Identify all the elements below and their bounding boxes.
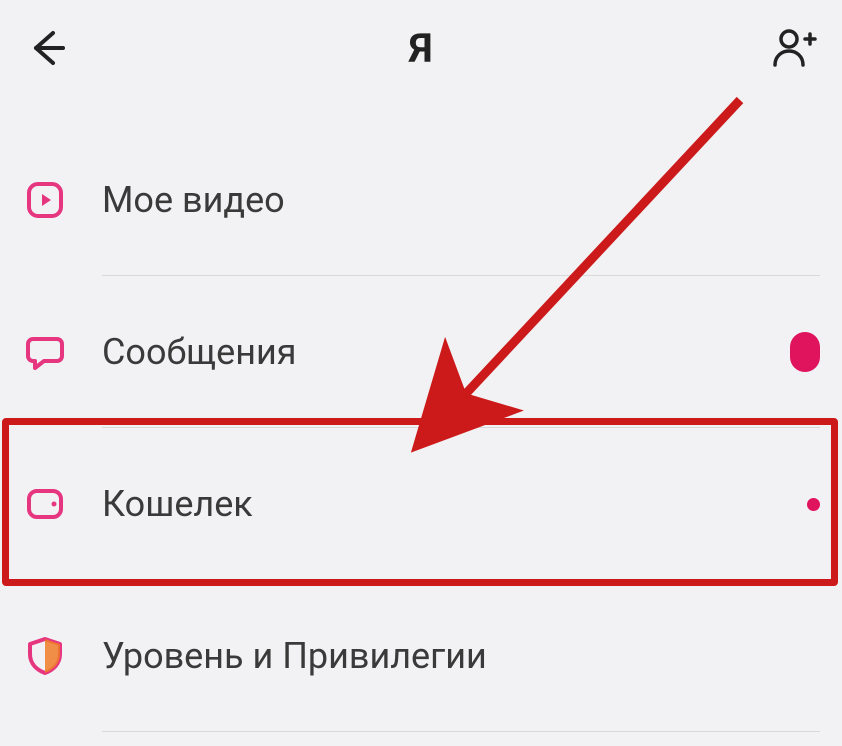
chat-icon (22, 329, 68, 375)
page-title: Я (409, 25, 433, 72)
menu-item-label: Сообщения (102, 331, 297, 373)
menu-item-my-video[interactable]: Мое видео (0, 124, 842, 276)
menu-item-wallet[interactable]: Кошелек (0, 428, 842, 580)
divider (102, 731, 820, 732)
menu-item-label: Мое видео (102, 179, 285, 221)
menu-item-messages[interactable]: Сообщения (0, 276, 842, 428)
back-button[interactable] (22, 22, 74, 74)
menu-item-label: Уровень и Привилегии (102, 635, 487, 677)
notification-dot (807, 498, 820, 511)
video-icon (22, 177, 68, 223)
add-friend-button[interactable] (768, 22, 820, 74)
header: Я (0, 0, 842, 96)
wallet-icon (22, 481, 68, 527)
add-person-icon (771, 25, 817, 71)
arrow-left-icon (27, 27, 69, 69)
profile-menu: Мое видео Сообщения Кошелек (0, 124, 842, 732)
menu-item-level-privileges[interactable]: Уровень и Привилегии (0, 580, 842, 732)
notification-badge (790, 332, 820, 372)
menu-item-label: Кошелек (102, 483, 253, 525)
shield-icon (22, 633, 68, 679)
